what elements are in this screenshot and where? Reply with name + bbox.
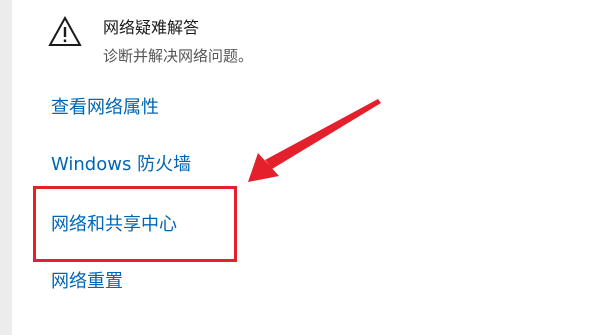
red-arrow bbox=[248, 99, 381, 182]
network-settings-panel: 网络疑难解答 诊断并解决网络问题。 查看网络属性 Windows 防火墙 网络和… bbox=[0, 0, 600, 335]
